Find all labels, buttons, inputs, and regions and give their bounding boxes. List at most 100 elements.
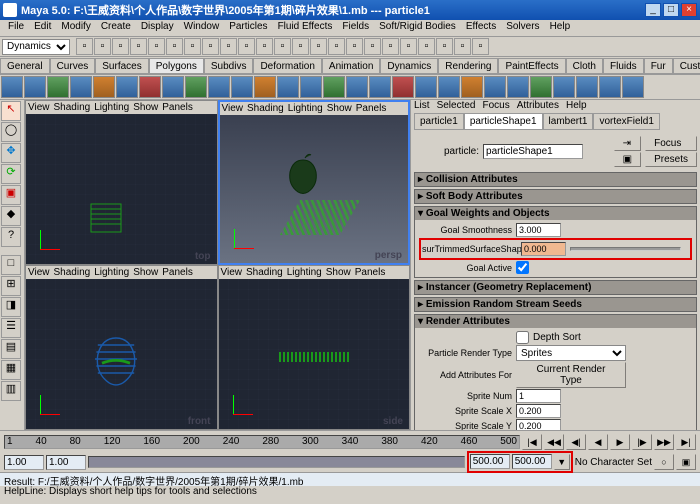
shelf-icon[interactable] [346,76,368,98]
minimize-button[interactable]: _ [645,3,661,17]
range-start[interactable] [4,455,44,470]
autokey-btn[interactable]: ○ [654,454,674,470]
manip-tool[interactable]: ◆ [1,206,21,226]
shelf-icon[interactable] [392,76,414,98]
toolbar-icon[interactable]: ▫ [454,38,471,55]
toolbar-icon[interactable]: ▫ [472,38,489,55]
shelf-icon[interactable] [116,76,138,98]
shelf-rendering[interactable]: Rendering [438,58,498,74]
toolbar-icon[interactable]: ▫ [328,38,345,55]
shelf-general[interactable]: General [0,58,50,74]
shelf-polygons[interactable]: Polygons [149,58,204,74]
layout-graph[interactable]: ▤ [1,339,21,359]
viewport-persp[interactable]: ViewShadingLightingShowPanels persp [218,100,411,265]
lasso-tool[interactable]: ◯ [1,122,21,142]
move-tool[interactable]: ✥ [1,143,21,163]
shelf-icon[interactable] [24,76,46,98]
section-instancer[interactable]: Instancer (Geometry Replacement) [415,281,696,294]
trimmed-slider[interactable] [570,247,681,251]
node-name-input[interactable] [483,144,583,159]
shelf-dynamics[interactable]: Dynamics [380,58,438,74]
shelf-subdivs[interactable]: Subdivs [204,58,254,74]
menu-effects[interactable]: Effects [461,20,501,36]
menu-display[interactable]: Display [136,20,179,36]
toolbar-icon[interactable]: ▫ [130,38,147,55]
toolbar-icon[interactable]: ▫ [238,38,255,55]
shelf-curves[interactable]: Curves [50,58,96,74]
prefs-btn[interactable]: ▣ [676,454,696,470]
menu-help[interactable]: Help [545,20,576,36]
range-slider[interactable] [88,456,465,468]
goal-active-check[interactable] [516,261,529,274]
shelf-icon[interactable] [208,76,230,98]
next-frame-btn[interactable]: ▶▶ [654,434,674,450]
toolbar-icon[interactable]: ▫ [346,38,363,55]
ae-tab-vortexfield1[interactable]: vortexField1 [593,113,659,130]
viewport-side[interactable]: ViewShadingLightingShowPanels side [218,265,411,430]
play-back-btn[interactable]: ▶ [610,434,630,450]
toolbar-icon[interactable]: ▫ [364,38,381,55]
tool-new[interactable]: ▫ [76,38,93,55]
toolbar-icon[interactable]: ▫ [292,38,309,55]
select-tool[interactable]: ↖ [1,101,21,121]
add-attr-btn[interactable]: Current Render Type [516,362,626,388]
module-selector[interactable]: Dynamics [2,39,70,55]
toolbar-icon[interactable]: ▫ [400,38,417,55]
ae-menu-list[interactable]: List [414,100,430,111]
shelf-icon[interactable] [438,76,460,98]
viewport-front[interactable]: ViewShadingLightingShowPanels front [25,265,218,430]
ae-tab-lambert1[interactable]: lambert1 [543,113,594,130]
shelf-animation[interactable]: Animation [322,58,380,74]
menu-window[interactable]: Window [179,20,225,36]
maximize-button[interactable]: □ [663,3,679,17]
section-emission[interactable]: Emission Random Stream Seeds [415,298,696,311]
shelf-icon[interactable] [185,76,207,98]
prev-key-btn[interactable]: ◀ [588,434,608,450]
close-button[interactable]: × [681,3,697,17]
shelf-icon[interactable] [530,76,552,98]
ae-menu-help[interactable]: Help [566,100,587,111]
toolbar-icon[interactable]: ▫ [184,38,201,55]
last-tool[interactable]: ? [1,227,21,247]
toolbar-icon[interactable]: ▫ [382,38,399,55]
focus-btn[interactable]: Focus [645,136,697,151]
shelf-icon[interactable] [622,76,644,98]
toolbar-icon[interactable]: ▫ [274,38,291,55]
rewind-btn[interactable]: |◀ [522,434,542,450]
presets-btn[interactable]: Presets [645,152,697,167]
presets-button-icon[interactable]: ▣ [614,152,641,167]
shelf-icon[interactable] [254,76,276,98]
menu-softrigid[interactable]: Soft/Rigid Bodies [374,20,461,36]
section-goals[interactable]: Goal Weights and Objects [415,207,696,220]
layout-single[interactable]: □ [1,255,21,275]
layout-script[interactable]: ▥ [1,381,21,401]
shelf-icon[interactable] [162,76,184,98]
ae-tab-particleshape1[interactable]: particleShape1 [464,113,543,130]
menu-fields[interactable]: Fields [337,20,374,36]
shelf-cloth[interactable]: Cloth [566,58,603,74]
menu-create[interactable]: Create [96,20,136,36]
shelf-icon[interactable] [484,76,506,98]
shelf-icon[interactable] [277,76,299,98]
shelf-icon[interactable] [300,76,322,98]
shelf-deformation[interactable]: Deformation [253,58,321,74]
shelf-fluids[interactable]: Fluids [603,58,644,74]
ae-tab-particle1[interactable]: particle1 [414,113,464,130]
shelf-icon[interactable] [1,76,23,98]
section-render[interactable]: Render Attributes [415,315,696,328]
menu-fluid[interactable]: Fluid Effects [273,20,338,36]
toolbar-icon[interactable]: ▫ [310,38,327,55]
time-slider[interactable]: 14080120160200240280300340380420460500 [4,435,520,449]
layout-hyper[interactable]: ▦ [1,360,21,380]
rotate-tool[interactable]: ⟳ [1,164,21,184]
shelf-painteffects[interactable]: PaintEffects [498,58,565,74]
shelf-fur[interactable]: Fur [644,58,673,74]
toolbar-icon[interactable]: ▫ [202,38,219,55]
layout-persp[interactable]: ◨ [1,297,21,317]
range-end2[interactable] [512,454,552,469]
menu-file[interactable]: File [3,20,29,36]
scale-tool[interactable]: ▣ [1,185,21,205]
shelf-icon[interactable] [599,76,621,98]
goal-smooth-input[interactable] [516,223,561,237]
range-dropdown[interactable]: ▼ [554,454,570,470]
